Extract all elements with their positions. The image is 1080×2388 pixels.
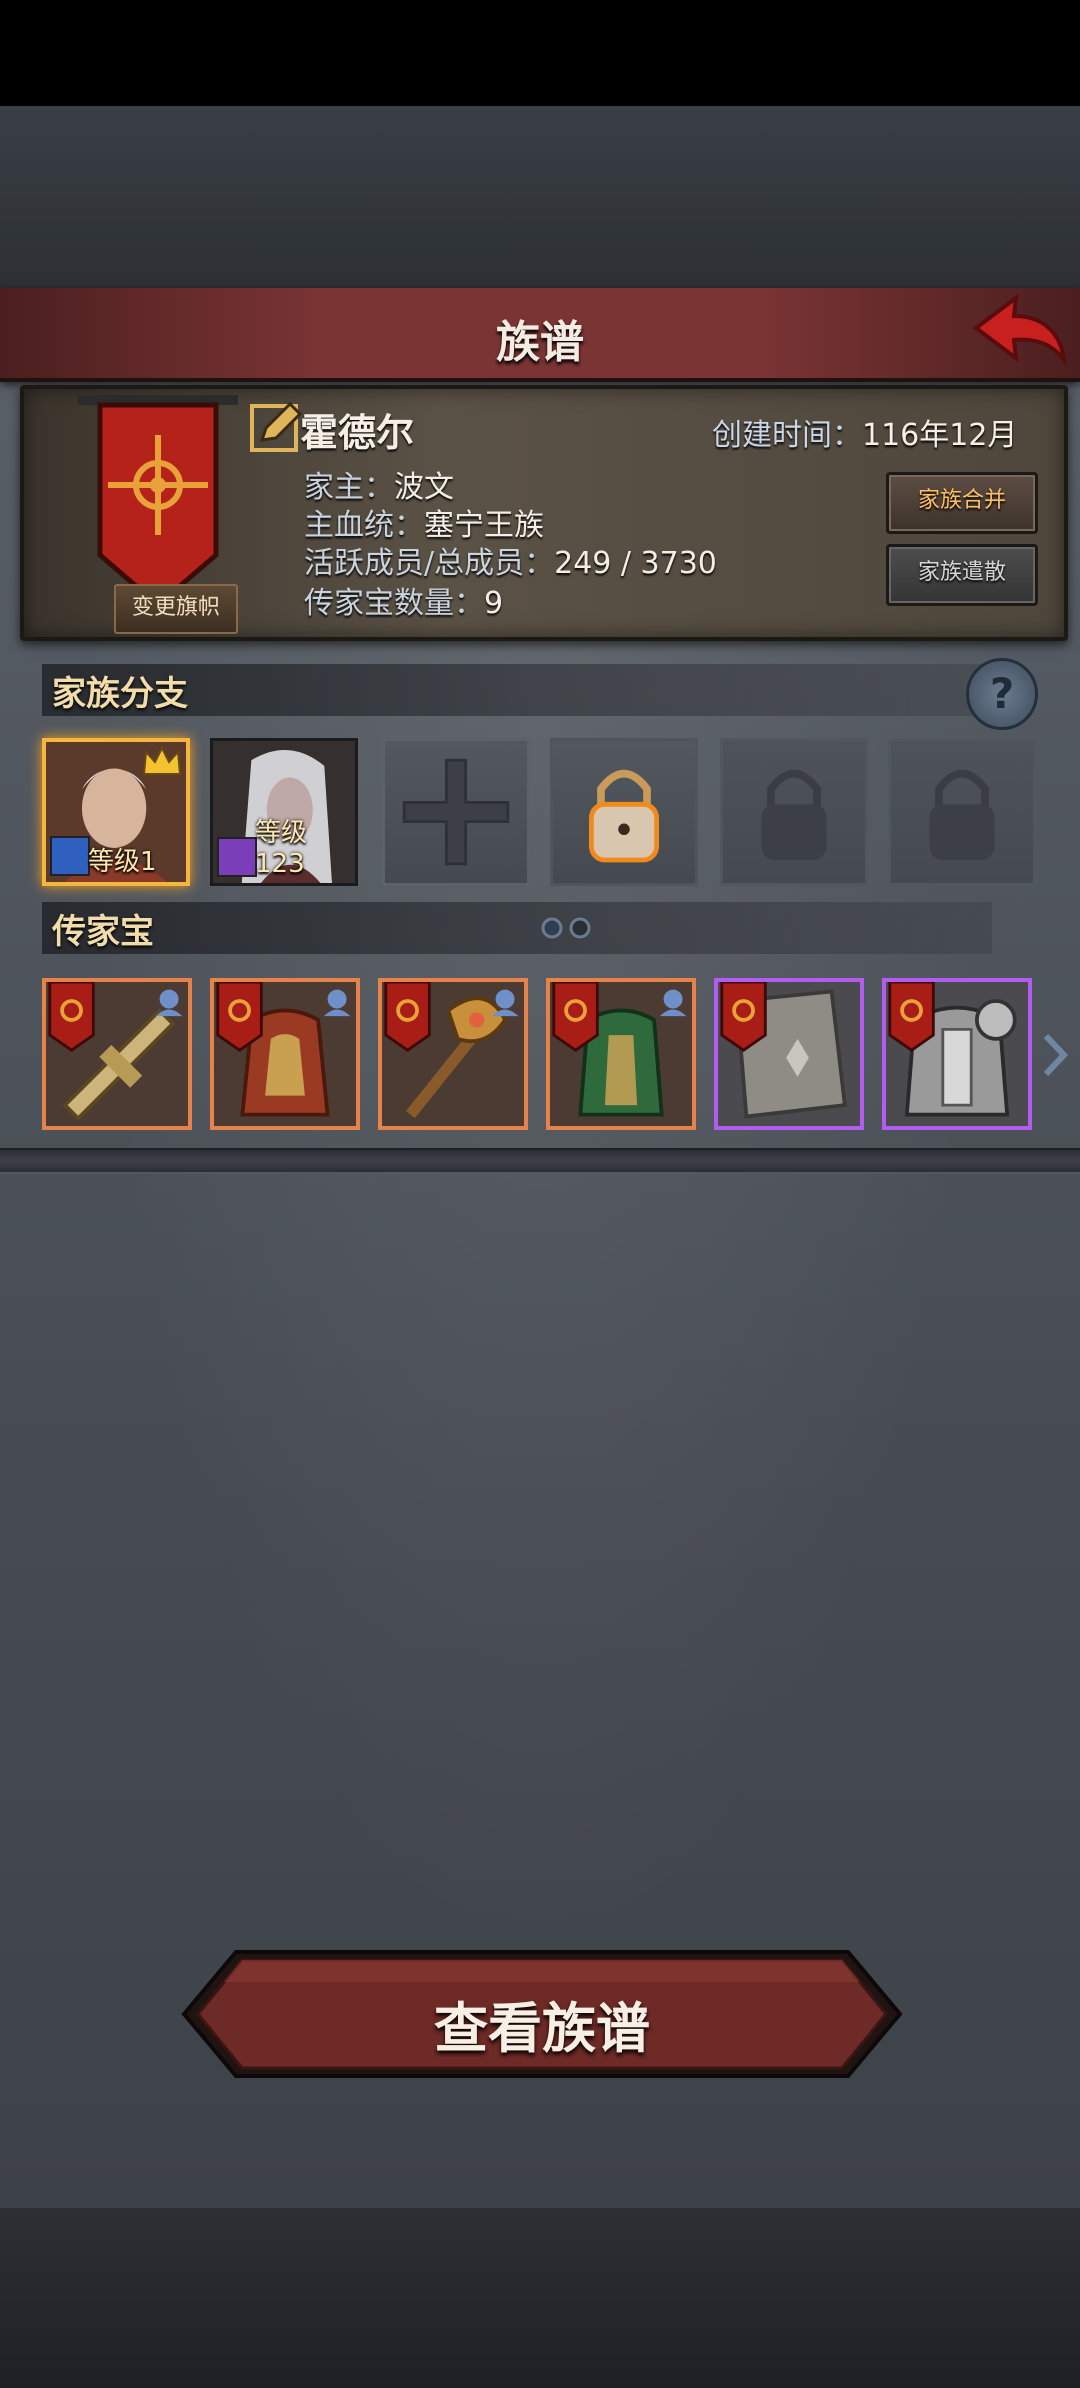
branch-hero-2[interactable]: 等级123: [210, 738, 358, 886]
disband-family-button[interactable]: 家族遣散: [886, 544, 1038, 606]
staff-icon: [384, 982, 519, 1119]
heirloom-count-line: 传家宝数量：9: [304, 578, 503, 622]
hero-level-1: 等级1: [88, 847, 157, 877]
cross-icon: [402, 758, 510, 866]
top-background: [0, 106, 1080, 288]
sword-class-icon: [50, 836, 90, 876]
leather-armor-icon: [552, 982, 687, 1117]
heirloom-item-2[interactable]: [210, 978, 360, 1130]
header-bar: 族谱: [0, 288, 1080, 382]
staff-class-icon: [217, 837, 257, 877]
merge-family-button[interactable]: 家族合并: [886, 472, 1038, 534]
change-banner-button[interactable]: 变更旗帜: [114, 584, 238, 634]
branch-empty-slot[interactable]: [382, 738, 530, 886]
created-label: 创建时间：: [712, 418, 862, 453]
lock-icon-gold: [588, 769, 660, 863]
branch-locked-slot-1: [720, 738, 868, 886]
heirloom-item-5[interactable]: [714, 978, 864, 1130]
back-arrow-icon: [972, 293, 1067, 368]
members-line: 活跃成员/总成员：249 / 3730: [304, 538, 717, 582]
created-time: 创建时间：116年12月: [712, 410, 1017, 454]
weapon-icon: [48, 982, 183, 1122]
branch-locked-slot-2: [888, 738, 1036, 886]
hero-level-2: 等级123: [255, 818, 308, 879]
help-icon[interactable]: ?: [966, 658, 1038, 730]
bottom-background: [0, 2208, 1080, 2388]
shield-icon: [720, 982, 847, 1119]
heirloom-item-6[interactable]: [882, 978, 1032, 1130]
heirlooms-section-bar: [42, 902, 992, 954]
status-bar: [0, 0, 1080, 106]
members-key: 活跃成员/总成员：: [304, 546, 555, 581]
family-name: 霍德尔: [300, 411, 415, 455]
branch-hero-1[interactable]: 等级1: [42, 738, 190, 886]
view-family-tree-label: 查看族谱: [434, 1997, 650, 2060]
scroll-right-icon[interactable]: [1040, 1030, 1070, 1080]
heirloom-item-4[interactable]: [546, 978, 696, 1130]
armor-icon: [216, 982, 351, 1117]
heirloom-item-3[interactable]: [378, 978, 528, 1130]
lock-icon: [929, 769, 995, 860]
heirlooms-title: 传家宝: [52, 912, 154, 952]
branch-unlockable-slot[interactable]: [550, 738, 698, 886]
plate-armor-icon: [888, 982, 1017, 1117]
page-title: 族谱: [496, 317, 584, 368]
view-family-tree-button[interactable]: 查看族谱: [180, 1946, 904, 2082]
section-divider: [0, 1148, 1080, 1174]
lock-icon: [761, 769, 827, 860]
crown-icon: [142, 746, 182, 775]
heirloom-count-key: 传家宝数量：: [304, 586, 484, 621]
created-value: 116年12月: [862, 418, 1018, 453]
heirloom-item-1[interactable]: [42, 978, 192, 1130]
back-button[interactable]: [968, 288, 1068, 374]
family-banner-icon: [78, 395, 238, 609]
branches-title: 家族分支: [52, 674, 188, 714]
page-indicator: [541, 917, 591, 939]
members-value: 249 / 3730: [554, 546, 717, 581]
edit-name-icon[interactable]: [248, 400, 304, 456]
heirloom-count-value: 9: [484, 586, 504, 621]
